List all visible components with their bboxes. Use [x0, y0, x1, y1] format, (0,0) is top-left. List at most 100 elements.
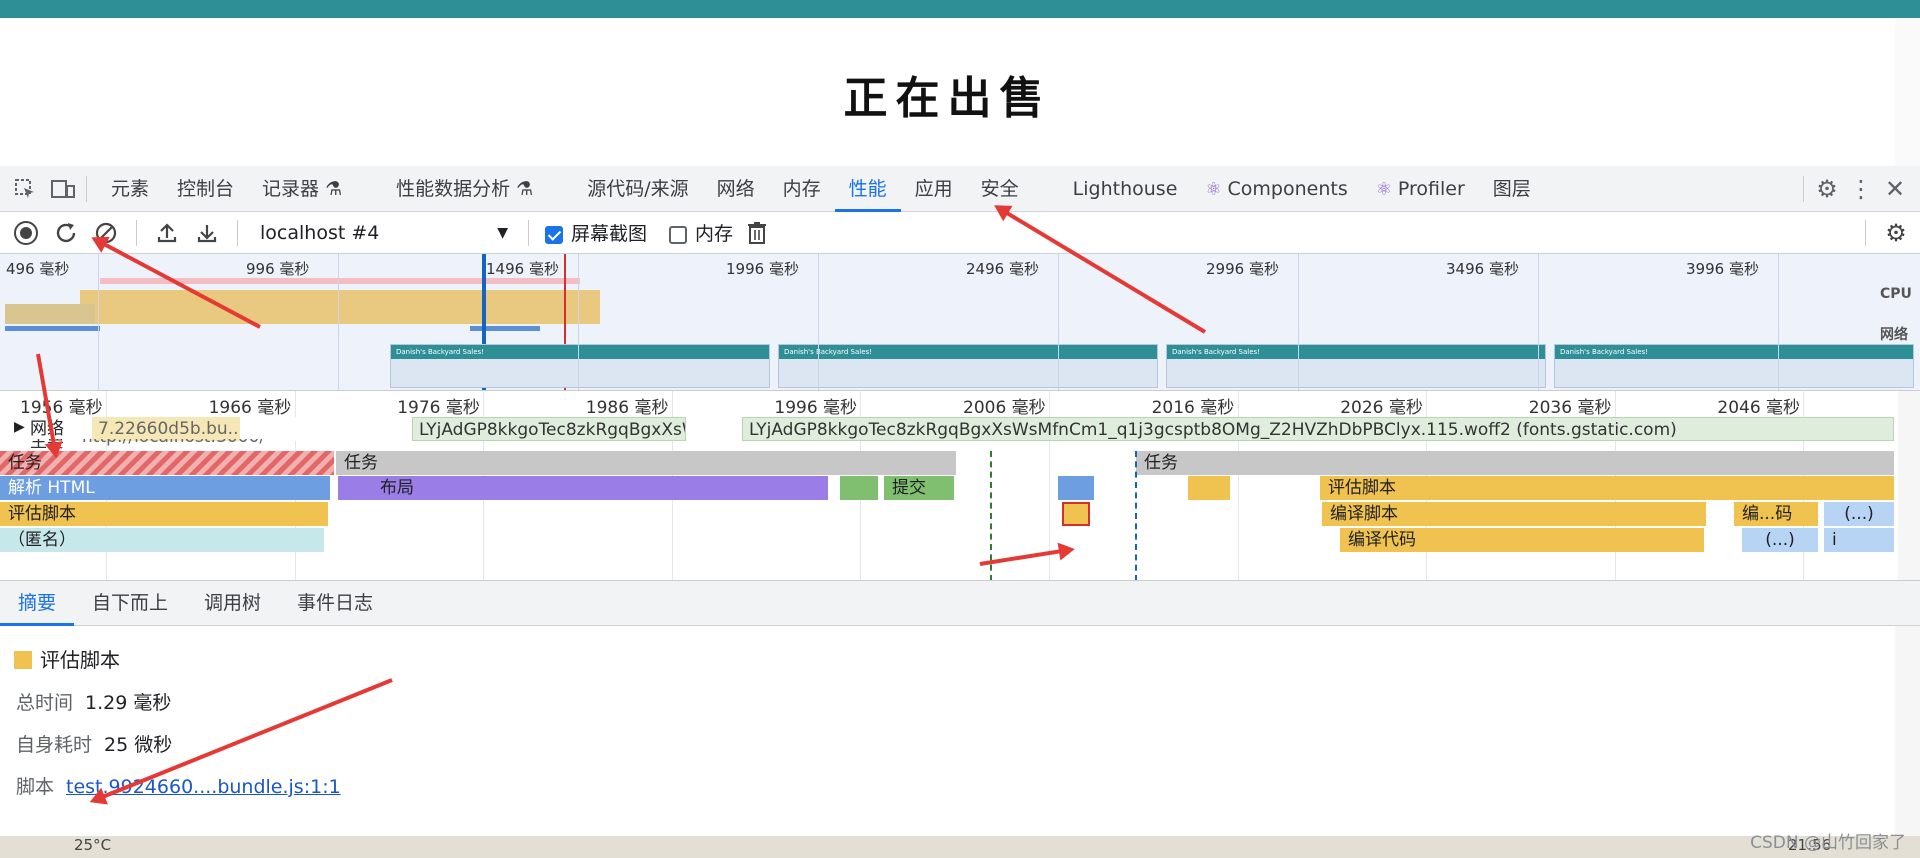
overview-gridline	[98, 254, 99, 390]
checkbox-unchecked-icon[interactable]	[669, 225, 688, 244]
commit-block[interactable]: 提交	[884, 476, 954, 500]
tab-application[interactable]: 应用	[901, 166, 967, 212]
overview-gridline	[1298, 254, 1299, 390]
record-button[interactable]	[6, 213, 46, 253]
network-request[interactable]: 7.22660d5b.bu...	[92, 417, 240, 441]
more-options-icon[interactable]: ⋮	[1848, 175, 1874, 203]
screenshot-thumbnail[interactable]: Danish's Backyard Sales!	[1554, 344, 1914, 388]
script-label: 脚本	[16, 776, 55, 798]
overview-gridline	[1538, 254, 1539, 390]
tab-event-log[interactable]: 事件日志	[279, 581, 391, 626]
inspect-element-icon[interactable]	[12, 176, 38, 202]
tab-profiler[interactable]: ⚛ Profiler	[1362, 166, 1479, 212]
commit-block[interactable]	[840, 476, 878, 500]
overview-gridline	[578, 254, 579, 390]
tab-performance-insights[interactable]: 性能数据分析 ⚗	[382, 166, 573, 212]
total-time-value: 1.29 毫秒	[85, 692, 172, 714]
task-block[interactable]: 任务	[336, 451, 956, 475]
compile-script-block[interactable]: 编译脚本	[1322, 502, 1706, 526]
performance-toolbar: localhost #4 ▼ 屏幕截图 内存 ⚙	[0, 212, 1920, 254]
tab-memory[interactable]: 内存	[769, 166, 835, 212]
layout-block[interactable]	[338, 476, 374, 500]
flame-scrollbar[interactable]	[1898, 391, 1920, 580]
tab-network[interactable]: 网络	[703, 166, 769, 212]
reload-record-icon[interactable]	[46, 213, 86, 253]
tab-components[interactable]: ⚛ Components	[1191, 166, 1361, 212]
device-toolbar-icon[interactable]	[50, 176, 76, 202]
selected-eval-script-block[interactable]	[1062, 502, 1090, 526]
total-time-label: 总时间	[16, 692, 74, 714]
function-block[interactable]: (...)	[1824, 502, 1894, 526]
target-select-value: localhost #4	[260, 221, 380, 244]
function-block[interactable]	[1058, 476, 1094, 500]
network-label: 网络	[1880, 327, 1908, 343]
tab-summary[interactable]: 摘要	[0, 581, 75, 626]
capture-settings-gear-icon[interactable]: ⚙	[1876, 213, 1916, 253]
tab-lighthouse[interactable]: Lighthouse	[1059, 166, 1192, 212]
toolbar-divider	[528, 219, 529, 246]
tab-sources[interactable]: 源代码/来源	[573, 166, 702, 212]
compile-code-block[interactable]: 编译代码	[1340, 528, 1704, 552]
function-block[interactable]: (...)	[1742, 528, 1818, 552]
compile-code-block[interactable]: 编...码	[1734, 502, 1818, 526]
self-time-value: 25 微秒	[104, 734, 173, 756]
memory-checkbox[interactable]: 内存	[669, 219, 733, 246]
tab-security[interactable]: 安全	[967, 166, 1059, 212]
ruler-tick-label: 2036 毫秒	[1528, 398, 1612, 418]
expand-triangle-icon[interactable]: ▶	[14, 419, 25, 435]
ruler-tick-label: 1996 毫秒	[774, 398, 858, 418]
tab-layers[interactable]: 图层	[1479, 166, 1545, 212]
timeline-overview[interactable]: CPU 网络 Danish's Backyard Sales! Danish's…	[0, 254, 1920, 390]
settings-gear-icon[interactable]: ⚙	[1814, 175, 1840, 203]
network-request[interactable]: LYjAdGP8kkgoTec8zkRgqBgxXsW	[412, 417, 686, 441]
upload-profile-icon[interactable]	[147, 213, 187, 253]
screenshot-thumbnail[interactable]: Danish's Backyard Sales!	[390, 344, 770, 388]
screenshot-thumbnail[interactable]: Danish's Backyard Sales!	[778, 344, 1158, 388]
os-taskbar: 25°C 21:56	[0, 836, 1920, 858]
screenshot-thumbnail[interactable]: Danish's Backyard Sales!	[1166, 344, 1546, 388]
tab-recorder[interactable]: 记录器 ⚗	[248, 166, 382, 212]
eval-script-block[interactable]: 评估脚本	[1320, 476, 1894, 500]
task-block[interactable]: 任务	[1136, 451, 1894, 475]
summary-title-text: 评估脚本	[40, 648, 120, 672]
self-time-row: 自身耗时 25 微秒	[16, 730, 172, 757]
network-request[interactable]: LYjAdGP8kkgoTec8zkRgqBgxXsWsMfnCm1_q1j3g…	[742, 417, 1894, 441]
tab-console[interactable]: 控制台	[163, 166, 248, 212]
screenshots-checkbox[interactable]: 屏幕截图	[545, 219, 647, 246]
thumbnail-title: Danish's Backyard Sales!	[779, 345, 1157, 359]
trash-icon[interactable]	[737, 213, 777, 253]
flame-chart[interactable]: ▶ 网络 7.22660d5b.bu... LYjAdGP8kkgoTec8zk…	[0, 390, 1920, 580]
tab-components-label: Components	[1227, 177, 1348, 200]
overview-tick-label: 2496 毫秒	[966, 260, 1039, 278]
eval-script-block[interactable]	[1188, 476, 1230, 500]
self-time-label: 自身耗时	[16, 734, 93, 756]
eval-script-block[interactable]: 评估脚本	[0, 502, 328, 526]
page-scrollbar[interactable]	[1895, 18, 1920, 166]
parse-html-block[interactable]: 解析 HTML	[0, 476, 330, 500]
tab-elements[interactable]: 元素	[97, 166, 163, 212]
ruler-tick-label: 1966 毫秒	[208, 398, 292, 418]
download-profile-icon[interactable]	[187, 213, 227, 253]
anonymous-function-block[interactable]: （匿名）	[0, 528, 324, 552]
overview-gridline	[818, 254, 819, 390]
target-select[interactable]: localhost #4 ▼	[248, 222, 518, 244]
category-swatch	[14, 651, 32, 669]
function-block[interactable]: i	[1824, 528, 1894, 552]
ruler-tick-label: 2006 毫秒	[963, 398, 1046, 418]
summary-title: 评估脚本	[14, 644, 120, 673]
summary-scrollbar[interactable]	[1895, 626, 1920, 836]
overview-gridline	[338, 254, 339, 390]
close-devtools-icon[interactable]: ✕	[1882, 175, 1908, 203]
ruler-tick-label: 2046 毫秒	[1717, 398, 1801, 418]
overview-gridline	[1778, 254, 1779, 390]
thumbnail-title: Danish's Backyard Sales!	[391, 345, 769, 359]
site-header-bar	[0, 0, 1920, 18]
layout-block[interactable]: 布局	[372, 476, 828, 500]
overview-tick-label: 1496 毫秒	[486, 260, 559, 278]
tab-performance[interactable]: 性能	[834, 166, 901, 212]
tab-bottom-up[interactable]: 自下而上	[74, 581, 186, 626]
ruler-tick-label: 1976 毫秒	[397, 398, 480, 418]
tab-call-tree[interactable]: 调用树	[186, 581, 279, 626]
ruler-tick-label: 2016 毫秒	[1151, 398, 1235, 418]
checkbox-checked-icon[interactable]	[545, 225, 563, 244]
